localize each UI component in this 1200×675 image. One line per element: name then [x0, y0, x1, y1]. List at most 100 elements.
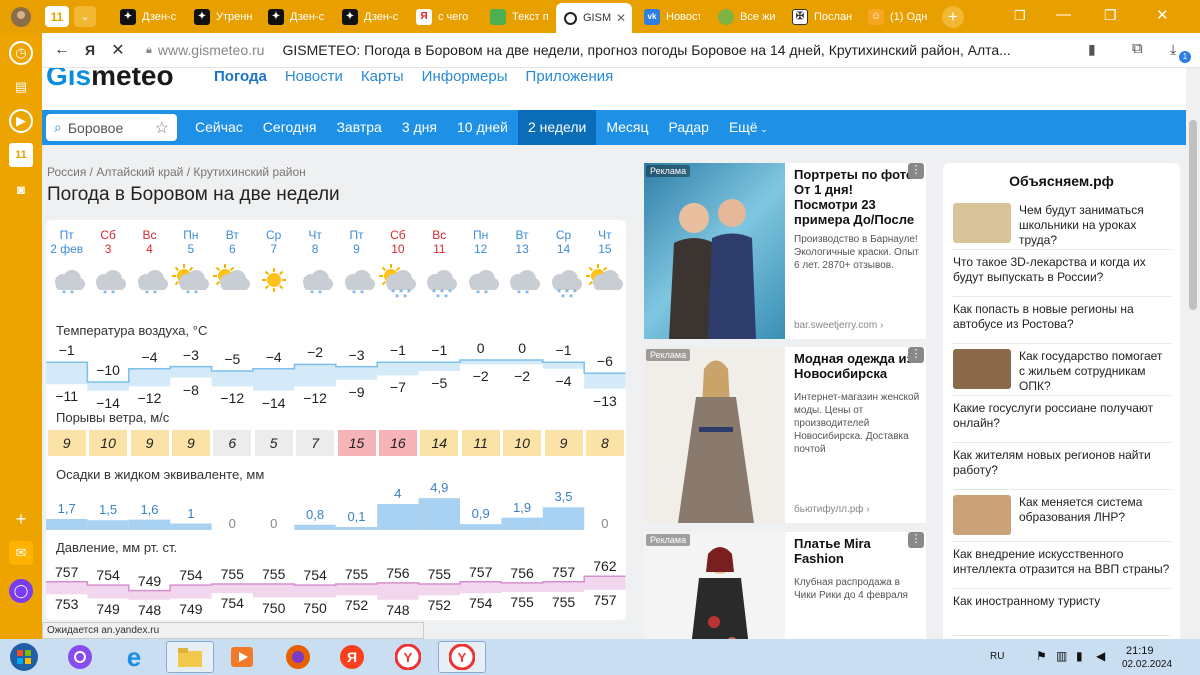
topnav-maps[interactable]: Карты — [361, 68, 404, 85]
city-search-input[interactable]: ⌕ Боровое ☆ — [46, 114, 177, 141]
ad-image-dress[interactable]: Реклама — [644, 347, 785, 523]
tab-today[interactable]: Сегодня — [253, 110, 327, 145]
start-button[interactable] — [0, 641, 48, 673]
explain-item[interactable]: Как попасть в новые регионы на автобусе … — [953, 302, 1171, 332]
cloudy-snow-icon[interactable]: * * — [46, 264, 88, 304]
day-header[interactable]: Вс 11 — [418, 228, 460, 256]
alice-icon[interactable]: ◯ — [9, 579, 33, 603]
new-tab-plus-icon[interactable]: + — [942, 6, 964, 28]
yandex-logo-icon[interactable]: Я — [76, 36, 104, 64]
ad-menu-icon[interactable]: ⋮ — [908, 532, 924, 548]
explain-thumbnail[interactable] — [953, 203, 1011, 243]
camera-icon[interactable]: ◙ — [9, 177, 33, 201]
tab-month[interactable]: Месяц — [596, 110, 658, 145]
day-header[interactable]: Пн 12 — [460, 228, 502, 256]
history-clock-icon[interactable]: ◷ — [9, 41, 33, 65]
explain-item[interactable]: Какие госуслуги россиане получают онлайн… — [953, 401, 1171, 431]
explain-thumbnail[interactable] — [953, 349, 1011, 389]
cloudy-snow-icon[interactable]: * * — [501, 264, 543, 304]
day-header[interactable]: Ср 7 — [253, 228, 295, 256]
bookmark-icon[interactable]: ▮ — [1088, 41, 1096, 58]
tab-tomorrow[interactable]: Завтра — [326, 110, 391, 145]
day-header[interactable]: Чт 8 — [294, 228, 336, 256]
window-collections-icon[interactable]: ❐ — [1014, 8, 1026, 24]
tray-signal-icon[interactable]: ▮ — [1076, 649, 1083, 675]
day-header[interactable]: Сб 3 — [87, 228, 129, 256]
day-header[interactable]: Вт 6 — [211, 228, 253, 256]
topnav-informers[interactable]: Информеры — [422, 68, 508, 85]
tab-counter[interactable]: 11 — [45, 6, 69, 27]
tab-odnoklassniki[interactable]: ☺ (1) Одн — [860, 4, 930, 29]
tabs-dropdown-chevron-icon[interactable]: ⌄ — [74, 6, 96, 27]
play-icon[interactable]: ▶ — [9, 109, 33, 133]
day-header[interactable]: Вс 4 — [129, 228, 171, 256]
url-field[interactable]: www.gismeteo.ru — [158, 42, 265, 58]
tab-morning[interactable]: ✦ Утренн — [186, 4, 256, 29]
tab-3-days[interactable]: 3 дня — [392, 110, 447, 145]
ad-fashion-novosibirsk[interactable]: Реклама Модная одежда из Новосибирска Ин… — [644, 347, 926, 523]
cloudy-snow-icon[interactable]: * * — [294, 264, 336, 304]
ad-image-mira[interactable]: Реклама — [644, 532, 785, 639]
tabs-count-icon[interactable]: 11 — [9, 143, 33, 167]
taskbar-media[interactable] — [218, 641, 266, 673]
back-arrow-icon[interactable]: ← — [48, 36, 76, 64]
tab-2-weeks[interactable]: 2 недели — [517, 110, 597, 145]
day-header[interactable]: Сб 10 — [377, 228, 419, 256]
sun-cloud-snow-icon[interactable]: * * — [170, 264, 212, 304]
tab-radar[interactable]: Радар — [659, 110, 719, 145]
taskbar-firefox[interactable] — [274, 641, 322, 673]
tab-all-live[interactable]: Все жи — [710, 4, 780, 29]
favorite-star-icon[interactable]: ☆ — [155, 118, 169, 138]
tab-dzen-2[interactable]: ✦ Дзен-с — [260, 4, 330, 29]
breadcrumb[interactable]: Россия / Алтайский край / Крутихинский р… — [47, 165, 306, 179]
taskbar-yandex-browser[interactable]: Y — [384, 641, 432, 673]
tab-10-days[interactable]: 10 дней — [447, 110, 518, 145]
language-indicator[interactable]: RU — [990, 651, 1004, 675]
day-header[interactable]: Чт 15 — [584, 228, 626, 256]
add-panel-plus-icon[interactable]: + — [9, 507, 33, 531]
explain-item[interactable]: Как жителям новых регионов найти работу? — [953, 448, 1171, 478]
cloudy-snow-icon[interactable]: * * — [129, 264, 171, 304]
topnav-weather[interactable]: Погода — [214, 68, 267, 85]
tab-dzen-3[interactable]: ✦ Дзен-с — [334, 4, 404, 29]
day-header[interactable]: Пт 2 фев — [46, 228, 88, 256]
tab-yandex-search[interactable]: Яс чего — [408, 4, 478, 29]
ad-menu-icon[interactable]: ⋮ — [908, 163, 924, 179]
ad-image-portrait[interactable]: Реклама — [644, 163, 785, 339]
taskbar-yandex[interactable]: Я — [328, 641, 376, 673]
explain-item[interactable]: Как внедрение искусственного интеллекта … — [953, 547, 1171, 577]
tray-volume-icon[interactable]: ◀ — [1096, 649, 1105, 675]
explain-item[interactable]: Чем будут заниматься школьники на уроках… — [953, 203, 1171, 248]
day-header[interactable]: Ср 14 — [543, 228, 585, 256]
download-icon[interactable]: ⤓ — [1170, 41, 1176, 58]
scrollbar-thumb[interactable] — [1189, 120, 1197, 310]
tab-gismeteo-active[interactable]: GISM ✕ — [556, 3, 632, 33]
close-window-icon[interactable]: ✕ — [1156, 6, 1169, 24]
stop-loading-icon[interactable]: ✕ — [104, 36, 132, 64]
cloudy-heavy-snow-icon[interactable]: * * * * * — [418, 264, 460, 304]
clock-date[interactable]: 02.02.2024 — [1122, 659, 1172, 675]
cloudy-snow-icon[interactable]: * * — [460, 264, 502, 304]
tray-network-icon[interactable]: ▥ — [1056, 649, 1067, 675]
topnav-news[interactable]: Новости — [285, 68, 343, 85]
mail-icon[interactable]: ✉ — [9, 541, 33, 565]
day-header[interactable]: Вт 13 — [501, 228, 543, 256]
sun-cloud-icon[interactable] — [584, 264, 626, 304]
cloudy-snow-icon[interactable]: * * — [336, 264, 378, 304]
cloudy-heavy-snow-icon[interactable]: * * * * * — [543, 264, 585, 304]
tab-dzen-1[interactable]: ✦ Дзен-с — [112, 4, 182, 29]
explain-item[interactable]: Что такое 3D-лекарства и когда их будут … — [953, 255, 1171, 285]
topnav-apps[interactable]: Приложения — [526, 68, 614, 85]
maximize-icon[interactable]: ❐ — [1104, 7, 1117, 24]
tab-more[interactable]: Ещё ⌄ — [719, 110, 778, 145]
sun-icon[interactable] — [253, 264, 295, 304]
explain-heading[interactable]: Объясняем.рф — [943, 173, 1180, 189]
ad-menu-icon[interactable]: ⋮ — [908, 347, 924, 363]
ad-portraits[interactable]: Реклама Портреты по фото. От 1 дня! Посм… — [644, 163, 926, 339]
collections-icon[interactable]: ▤ — [9, 75, 33, 99]
gismeteo-logo[interactable]: Gismeteo — [46, 68, 174, 92]
tray-flag-icon[interactable]: ⚑ — [1036, 649, 1047, 675]
taskbar-yandex-browser-active[interactable]: Y — [438, 641, 486, 673]
ad-mira-fashion[interactable]: Реклама Платье Mira Fashion Клубная расп… — [644, 532, 926, 639]
tab-vk-news[interactable]: vk Новост — [636, 4, 700, 29]
